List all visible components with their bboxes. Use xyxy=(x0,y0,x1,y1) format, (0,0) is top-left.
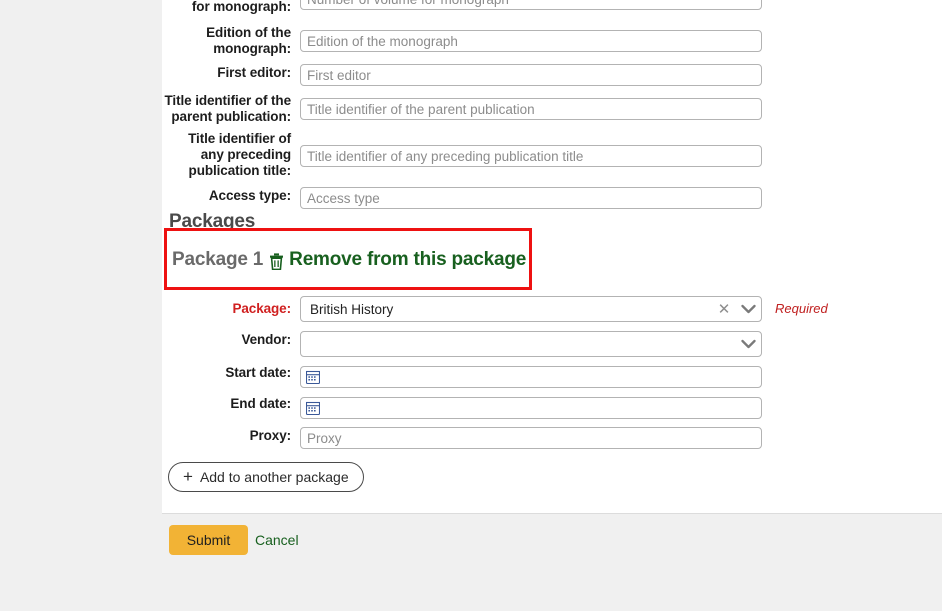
field-label-vendor: Vendor: xyxy=(111,332,291,348)
packages-section-heading: Packages xyxy=(169,211,255,233)
field-label-access-type: Access type: xyxy=(111,188,291,204)
plus-icon: + xyxy=(183,468,193,485)
field-input-access-type[interactable] xyxy=(300,187,762,209)
field-input-parent-title-identifier[interactable] xyxy=(300,98,762,120)
close-icon[interactable]: ✕ xyxy=(713,302,735,317)
remove-from-package-link[interactable]: Remove from this package xyxy=(269,249,526,271)
package-header-row: Package 1 Remove from this package xyxy=(172,249,526,271)
package-required-note: Required xyxy=(775,301,828,316)
field-label-end-date: End date: xyxy=(111,396,291,412)
remove-from-package-label: Remove from this package xyxy=(289,249,526,271)
field-label-parent-title-identifier: Title identifier of the parent publicati… xyxy=(111,93,291,125)
field-input-preceding-title-identifier[interactable] xyxy=(300,145,762,167)
add-another-package-button[interactable]: + Add to another package xyxy=(168,462,364,492)
end-date-field[interactable] xyxy=(300,397,762,419)
vendor-select[interactable] xyxy=(300,331,762,357)
field-label-edition-monograph: Edition of the monograph: xyxy=(111,25,291,57)
field-label-preceding-title-identifier: Title identifier of any preceding public… xyxy=(111,131,291,179)
field-input-first-editor[interactable] xyxy=(300,64,762,86)
field-label-first-editor: First editor: xyxy=(111,65,291,81)
chevron-down-icon[interactable] xyxy=(735,339,761,349)
field-label-start-date: Start date: xyxy=(111,365,291,381)
calendar-icon[interactable] xyxy=(306,370,320,384)
start-date-field[interactable] xyxy=(300,366,762,388)
package-number-label: Package 1 xyxy=(172,249,263,271)
field-label-package: Package: xyxy=(111,301,291,317)
form-footer: Submit Cancel xyxy=(162,513,942,611)
start-date-input[interactable] xyxy=(320,368,761,386)
field-label-proxy: Proxy: xyxy=(111,428,291,444)
proxy-input[interactable] xyxy=(300,427,762,449)
package-select[interactable]: British History ✕ xyxy=(300,296,762,322)
field-label-volume-monograph: for monograph: xyxy=(111,0,291,15)
trash-icon xyxy=(269,253,284,270)
field-input-edition-monograph[interactable] xyxy=(300,30,762,52)
field-input-volume-monograph[interactable] xyxy=(300,0,762,10)
add-another-package-label: Add to another package xyxy=(200,469,349,485)
package-select-value: British History xyxy=(301,302,713,317)
chevron-down-icon[interactable] xyxy=(735,304,761,314)
submit-button[interactable]: Submit xyxy=(169,525,248,555)
calendar-icon[interactable] xyxy=(306,401,320,415)
cancel-link[interactable]: Cancel xyxy=(255,532,299,548)
end-date-input[interactable] xyxy=(320,399,761,417)
